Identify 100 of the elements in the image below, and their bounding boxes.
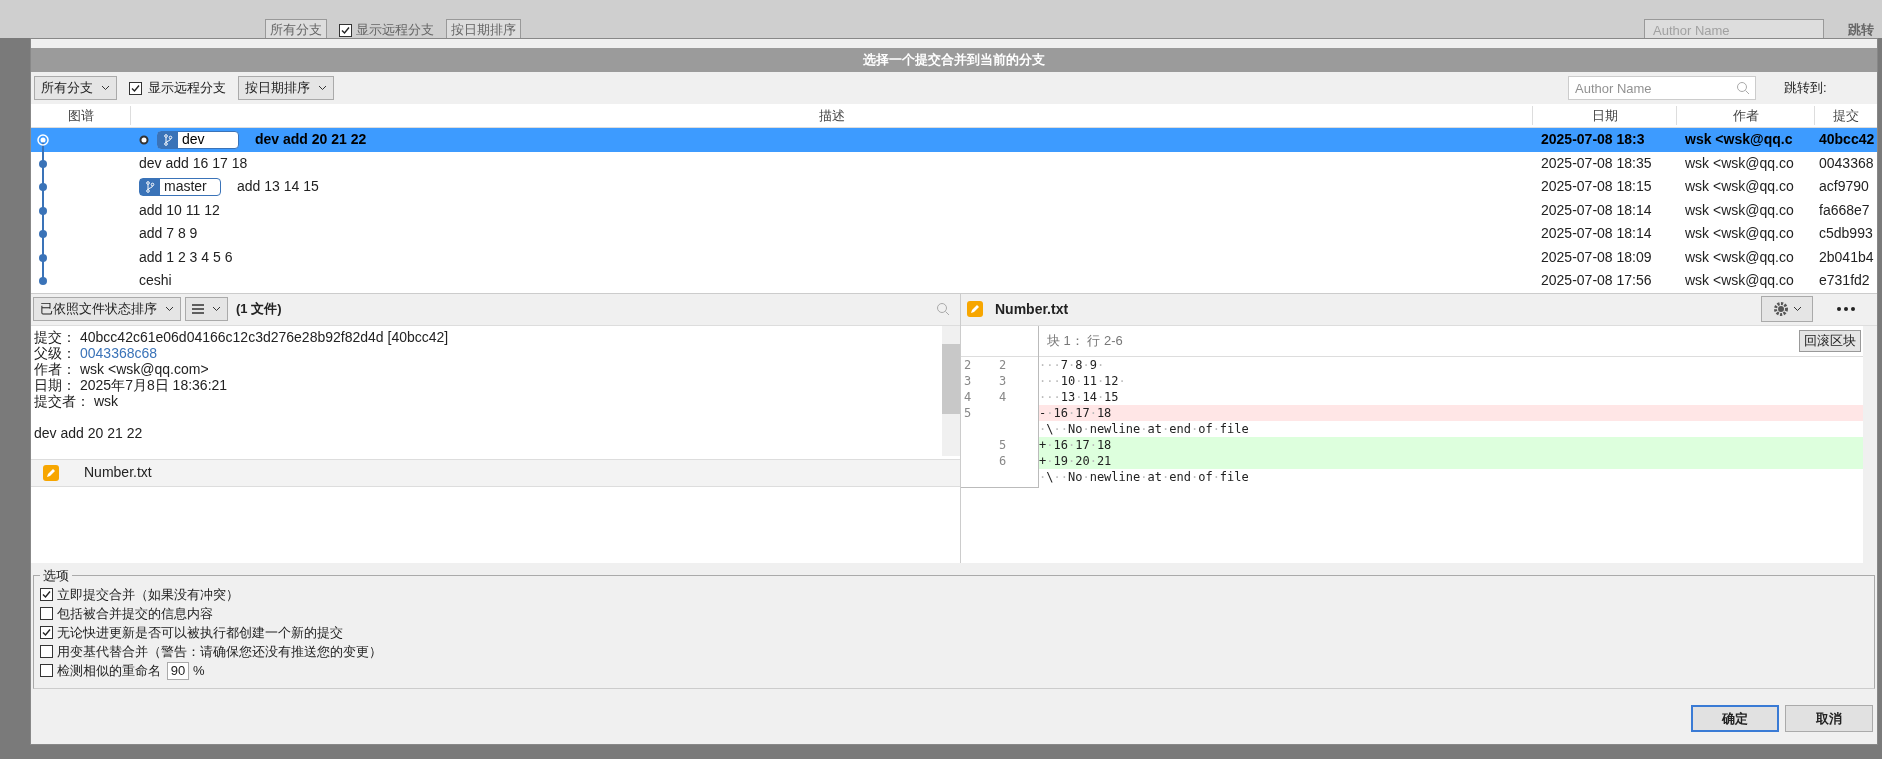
head-marker-icon [139, 134, 149, 145]
commit-message: ceshi [139, 271, 172, 291]
commit-hash: acf9790 [1818, 177, 1870, 197]
diff-line: ···7·8·9· [1039, 356, 1106, 373]
pencil-icon [967, 301, 983, 317]
branch-dropdown[interactable]: 所有分支 [265, 19, 327, 38]
commit-row[interactable]: add 7 8 9 2025-07-08 18:14 wsk <wsk@qq.co c5db993 [31, 222, 1877, 246]
field-label: 父级： [34, 344, 76, 361]
diff-line: ···10·11·12· [1039, 372, 1127, 389]
commit-date: 2025-07-08 18:3 [1540, 130, 1646, 150]
commit-date: 2025-07-08 18:09 [1540, 247, 1653, 267]
commit-date: 2025-07-08 18:14 [1540, 224, 1653, 244]
branch-name: master [163, 177, 208, 197]
column-header[interactable]: 日期 [1533, 105, 1677, 126]
option-label: 无论快进更新是否可以被执行都创建一个新的提交 [57, 623, 343, 642]
caret-icon [101, 85, 110, 91]
scrollbar[interactable] [942, 325, 960, 456]
similarity-field[interactable]: 90 [167, 661, 189, 680]
commit-message: add 7 8 9 [139, 224, 198, 244]
commit-message: dev add 20 21 22 [34, 424, 144, 441]
line-number: 5 [999, 436, 1007, 453]
ok-button[interactable]: 确定 [1691, 705, 1779, 732]
commit-hash: 0043368 [1818, 153, 1875, 173]
commit-message: add 13 14 15 [237, 177, 319, 197]
commit-row[interactable]: ceshi 2025-07-08 17:56 wsk <wsk@qq.co e731fd2 [31, 269, 1877, 293]
file-name: Number.txt [995, 299, 1070, 319]
branch-name: dev [181, 130, 206, 150]
commit-author: wsk <wsk@qq.co [1684, 177, 1795, 197]
jump-label: 跳转 [1848, 21, 1874, 38]
checkbox[interactable] [40, 626, 53, 639]
search-field[interactable]: Author Name [1568, 76, 1756, 100]
column-header[interactable]: 作者 [1677, 105, 1815, 126]
line-number: 4 [999, 388, 1007, 405]
checkbox[interactable] [129, 81, 142, 95]
more-icon[interactable] [1837, 307, 1855, 311]
view-mode-dropdown[interactable] [185, 297, 228, 321]
commit-row[interactable]: dev add 16 17 18 2025-07-08 18:35 wsk <wsk@qq.co 0043368 [31, 151, 1877, 175]
commit-author: wsk <wsk@qq.co [1684, 247, 1795, 267]
diff-line: ·\··No·newline·at·end·of·file [1039, 420, 1250, 437]
branch-dropdown[interactable]: 所有分支 [34, 76, 117, 100]
line-number: 3 [999, 372, 1007, 389]
column-header[interactable]: 提交 [1815, 105, 1877, 126]
commit-author: wsk <wsk@qq.c [1684, 130, 1794, 150]
file-row[interactable]: Number.txt [31, 458, 960, 487]
field-label: 提交： [34, 328, 76, 345]
sort-dropdown[interactable]: 按日期排序 [238, 76, 334, 100]
parent-link[interactable]: 0043368c68 [80, 344, 158, 361]
commit-message: dev add 16 17 18 [139, 153, 248, 173]
settings-dropdown[interactable] [1761, 296, 1813, 322]
line-number: 2 [964, 356, 972, 373]
sort-dropdown[interactable]: 已依照文件状态排序 [33, 297, 181, 321]
field-value: 40bcc42c61e06d04166c12c3d276e28b92f82d4d [40bcc42] [80, 328, 449, 345]
option-label: 检测相似的重命名 [57, 661, 161, 680]
column-header[interactable]: 描述 [131, 105, 1533, 126]
line-number: 2 [999, 356, 1007, 373]
branch-icon [163, 133, 173, 146]
commit-message: add 1 2 3 4 5 6 [139, 247, 233, 267]
column-header[interactable]: 图谱 [31, 105, 131, 126]
pencil-icon [43, 464, 59, 481]
checkbox[interactable] [40, 607, 53, 620]
cancel-button[interactable]: 取消 [1785, 705, 1873, 732]
revert-hunk-button[interactable]: 回滚区块 [1799, 329, 1861, 352]
dialog-title: 选择一个提交合并到当前的分支 [31, 48, 1877, 72]
commit-row[interactable]: add 10 11 12 2025-07-08 18:14 wsk <wsk@qq.co fa668e7 [31, 198, 1877, 222]
commit-date: 2025-07-08 18:15 [1540, 177, 1653, 197]
caret-icon [1792, 306, 1802, 312]
caret-icon [212, 306, 221, 312]
option-label: 立即提交合并（如果没有冲突） [57, 585, 239, 604]
checkbox[interactable] [40, 645, 53, 658]
branch-tag[interactable]: master [139, 177, 221, 196]
commit-hash: 40bcc42 [1818, 130, 1876, 150]
scrollbar[interactable] [1863, 325, 1877, 563]
commit-hash: fa668e7 [1818, 200, 1871, 220]
commit-row[interactable]: dev dev add 20 21 22 2025-07-08 18:3 wsk <wsk@qq.c 40bcc42 [31, 128, 1877, 152]
field-label: 提交者： [34, 392, 90, 409]
commit-hash: e731fd2 [1818, 271, 1871, 291]
commit-author: wsk <wsk@qq.co [1684, 153, 1795, 173]
diff-line: ·\··No·newline·at·end·of·file [1039, 468, 1250, 485]
checkbox-label: 显示远程分支 [148, 79, 226, 98]
commit-author: wsk <wsk@qq.co [1684, 224, 1795, 244]
hunk-header: 块 1： 行 2-6 [1047, 331, 1124, 350]
file-count: (1 文件) [236, 300, 283, 319]
line-number: 6 [999, 452, 1007, 469]
line-number: 5 [964, 404, 972, 421]
line-number: 4 [964, 388, 972, 405]
caret-icon [318, 85, 327, 91]
sort-dropdown[interactable]: 按日期排序 [446, 19, 521, 38]
commit-date: 2025-07-08 18:35 [1540, 153, 1653, 173]
options-legend: 选项 [40, 565, 72, 585]
checkbox[interactable] [40, 588, 53, 601]
search-field[interactable]: Author Name [1644, 19, 1824, 38]
branch-icon [145, 180, 155, 193]
commit-row[interactable]: master add 13 14 15 2025-07-08 18:15 wsk <wsk@qq.co acf9790 [31, 175, 1877, 199]
commit-hash: 2b041b4 [1818, 247, 1875, 267]
field-value: wsk <wsk@qq.com> [80, 360, 209, 377]
checkbox[interactable] [339, 23, 352, 37]
commit-row[interactable]: add 1 2 3 4 5 6 2025-07-08 18:09 wsk <wsk@qq.co 2b041b4 [31, 245, 1877, 269]
field-label: 作者： [34, 360, 76, 377]
checkbox[interactable] [40, 664, 53, 677]
branch-tag[interactable]: dev [157, 130, 239, 149]
